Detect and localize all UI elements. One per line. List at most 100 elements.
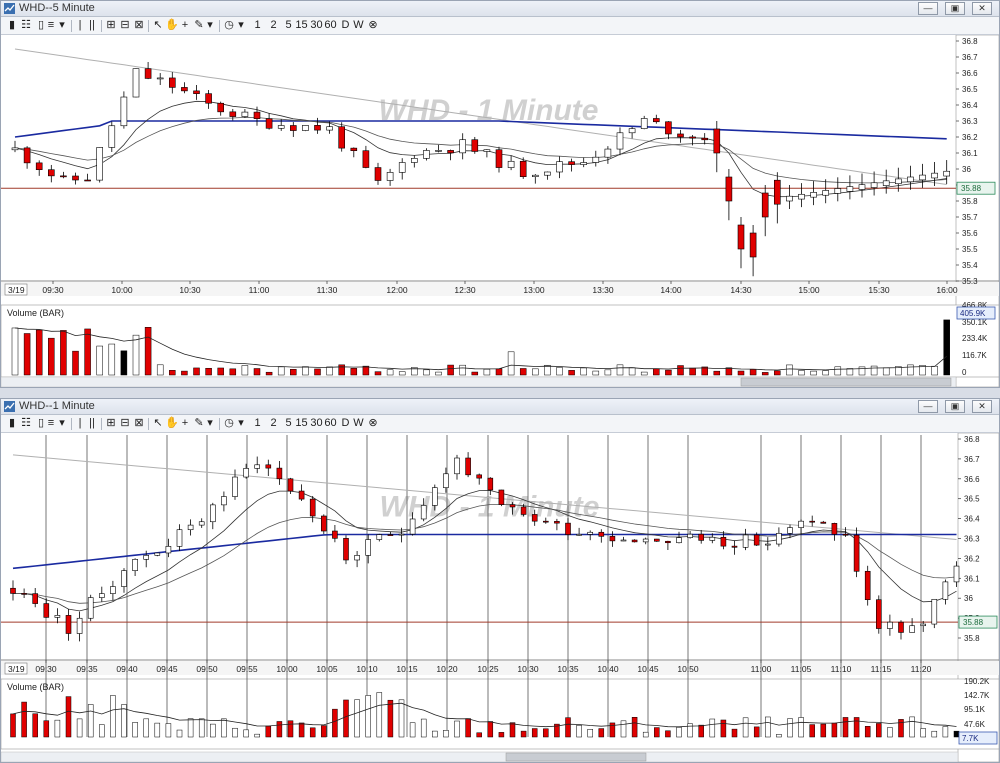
- period-button-5[interactable]: 5: [282, 416, 295, 431]
- bar-style-icon[interactable]: ☷: [19, 416, 33, 431]
- time-tick-label: 13:30: [592, 285, 614, 295]
- period-button-15[interactable]: 15: [295, 18, 308, 33]
- hand-icon[interactable]: ✋: [165, 416, 179, 431]
- close-button[interactable]: ✕: [972, 2, 992, 15]
- volume-bar: [676, 727, 682, 738]
- zoom-in-icon[interactable]: ⊞: [105, 18, 117, 33]
- clock-icon[interactable]: ◷: [223, 416, 235, 431]
- volume-bar: [365, 695, 371, 738]
- split-icon[interactable]: ||: [87, 416, 97, 431]
- candle-body: [520, 506, 527, 515]
- volume-bar: [858, 366, 866, 376]
- pencil-icon[interactable]: ✎: [193, 416, 205, 431]
- volume-bar: [454, 720, 460, 738]
- candle-body: [753, 534, 760, 546]
- candle-body: [398, 162, 406, 173]
- zoom-in-icon[interactable]: ⊞: [105, 416, 117, 431]
- period-button-d[interactable]: D: [339, 416, 352, 431]
- period-button-30[interactable]: 30: [310, 18, 323, 33]
- price-tick-label: 36.5: [962, 85, 978, 94]
- period-button-d[interactable]: D: [339, 18, 352, 33]
- candle-body: [243, 468, 249, 478]
- candle-body: [787, 527, 793, 534]
- period-button-5[interactable]: 5: [282, 18, 295, 33]
- volume-tick-label: 0: [962, 368, 967, 377]
- price-chart-1min[interactable]: WHD - 1 Minute36.836.736.636.536.436.336…: [1, 433, 999, 762]
- period-button-15[interactable]: 15: [295, 416, 308, 431]
- volume-bar: [731, 728, 738, 738]
- period-button-1[interactable]: 1: [251, 416, 264, 431]
- candle-body: [410, 158, 418, 163]
- minimize-button[interactable]: —: [918, 400, 938, 413]
- candle-body: [471, 139, 479, 152]
- cursor-icon[interactable]: ↖: [152, 416, 164, 431]
- zoom-out-icon[interactable]: ⊠: [133, 416, 145, 431]
- volume-bar: [698, 724, 704, 738]
- period-button-1[interactable]: 1: [251, 18, 264, 33]
- chevron-down-icon[interactable]: ▾: [57, 18, 67, 33]
- period-button-2[interactable]: 2: [267, 18, 280, 33]
- chevron-down-icon[interactable]: ▾: [205, 18, 215, 33]
- volume-bar: [580, 367, 587, 376]
- window-titlebar[interactable]: WHD--5 Minute — ▣ ✕: [1, 1, 999, 17]
- toolbar-separator: [219, 20, 220, 32]
- pause-icon[interactable]: |: [75, 416, 85, 431]
- watermark: WHD - 1 Minute: [379, 94, 599, 127]
- time-tick-label: 09:55: [236, 664, 258, 674]
- candle-body: [701, 137, 709, 141]
- crosshair-icon[interactable]: +: [179, 416, 191, 431]
- line-style-icon[interactable]: ≡: [45, 416, 57, 431]
- restore-button[interactable]: ▣: [945, 400, 965, 413]
- zoom-fit-icon[interactable]: ⊟: [119, 18, 131, 33]
- candle-body: [487, 477, 494, 491]
- crosshair-icon[interactable]: +: [179, 18, 191, 33]
- chevron-down-icon[interactable]: ▾: [236, 18, 246, 33]
- volume-bar: [846, 368, 854, 376]
- price-tick-label: 36.6: [962, 69, 978, 78]
- restore-button[interactable]: ▣: [945, 2, 965, 15]
- time-tick-label: 10:30: [517, 664, 539, 674]
- chevron-down-icon[interactable]: ▾: [57, 416, 67, 431]
- candle-body: [604, 148, 612, 158]
- period-button-w[interactable]: W: [352, 416, 365, 431]
- volume-bar: [876, 723, 882, 738]
- window-titlebar[interactable]: WHD--1 Minute — ▣ ✕: [1, 399, 999, 415]
- period-button-60[interactable]: 60: [324, 18, 337, 33]
- pause-icon[interactable]: |: [75, 18, 85, 33]
- candle-body: [640, 118, 648, 129]
- chevron-down-icon[interactable]: ▾: [205, 416, 215, 431]
- candle-body: [96, 147, 103, 181]
- chart-style-icon[interactable]: ▮: [5, 416, 19, 431]
- line-style-icon[interactable]: ≡: [45, 18, 57, 33]
- volume-bar: [713, 370, 721, 376]
- period-button-2[interactable]: 2: [267, 416, 280, 431]
- volume-bar: [737, 370, 745, 376]
- hand-icon[interactable]: ✋: [165, 18, 179, 33]
- candle-body: [507, 160, 515, 168]
- close-button[interactable]: ✕: [972, 400, 992, 413]
- period-button-w[interactable]: W: [352, 18, 365, 33]
- candle-body: [132, 559, 138, 571]
- cancel-icon[interactable]: ⊗: [367, 18, 379, 33]
- minimize-button[interactable]: —: [918, 2, 938, 15]
- cursor-icon[interactable]: ↖: [152, 18, 164, 33]
- price-tick-label: 36.1: [962, 149, 978, 158]
- clock-icon[interactable]: ◷: [223, 18, 235, 33]
- period-button-30[interactable]: 30: [310, 416, 323, 431]
- period-button-60[interactable]: 60: [324, 416, 337, 431]
- pencil-icon[interactable]: ✎: [193, 18, 205, 33]
- cancel-icon[interactable]: ⊗: [367, 416, 379, 431]
- split-icon[interactable]: ||: [87, 18, 97, 33]
- volume-bar: [842, 717, 849, 738]
- chevron-down-icon[interactable]: ▾: [236, 416, 246, 431]
- zoom-fit-icon[interactable]: ⊟: [119, 416, 131, 431]
- candle-body: [476, 474, 483, 479]
- volume-bar: [387, 699, 394, 738]
- price-chart-5min[interactable]: WHD - 1 Minute 36.8 36.7 36.6 36.5 36.4 36.3 36…: [1, 35, 999, 387]
- chart-style-icon[interactable]: ▮: [5, 18, 19, 33]
- volume-bar: [476, 732, 482, 738]
- candle-body: [169, 77, 176, 88]
- bar-style-icon[interactable]: ☷: [19, 18, 33, 33]
- volume-bar: [193, 367, 200, 376]
- zoom-out-icon[interactable]: ⊠: [133, 18, 145, 33]
